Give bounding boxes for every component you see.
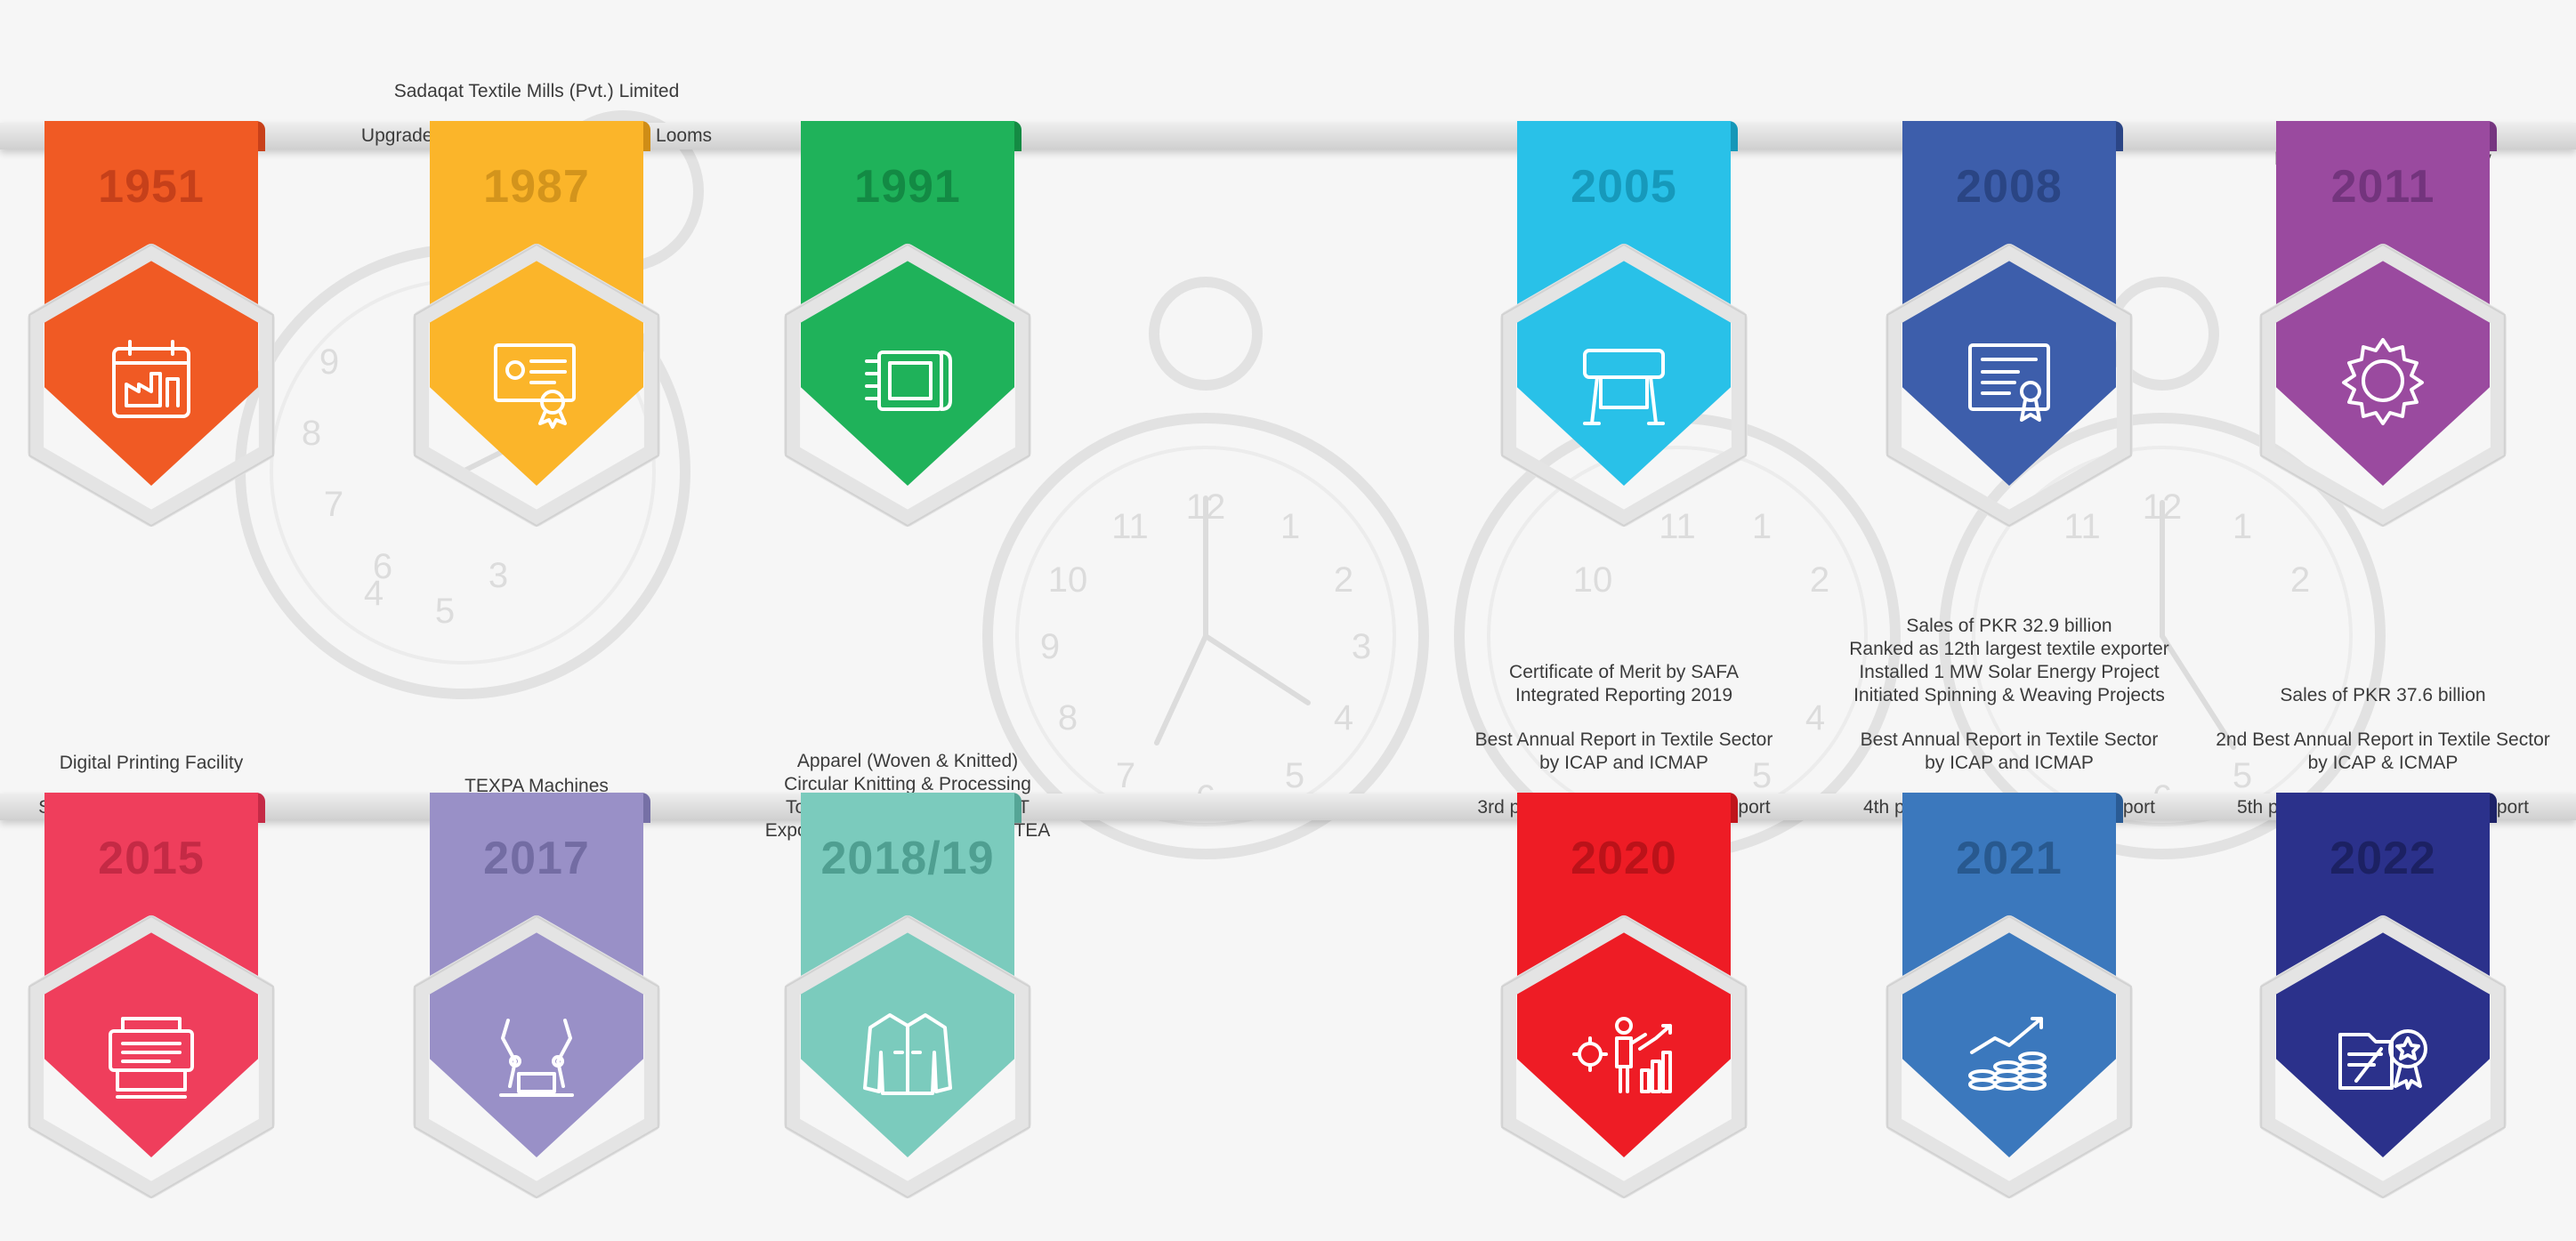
svg-text:12: 12 [1186, 488, 1226, 527]
robotic-arm-icon [499, 1019, 574, 1097]
svg-text:7: 7 [324, 485, 343, 524]
caption-line: by ICAP & ICMAP [2307, 753, 2459, 773]
caption-line: by ICAP and ICMAP [1539, 753, 1708, 773]
milestone-year: 2022 [2330, 833, 2436, 884]
milestone-2022: Sales of PKR 37.6 billion 2nd Best Annual… [2216, 672, 2550, 1241]
coins-growth-icon [1968, 1017, 2047, 1091]
printing-machine-icon [109, 1017, 194, 1099]
caption-line: Sales of PKR 32.9 billion [1906, 616, 2112, 636]
svg-text:3: 3 [1352, 627, 1371, 666]
milestone-year: 2005 [1571, 161, 1677, 213]
milestone-2005: Printing Unit2005 [1473, 0, 1775, 569]
certificate-document-icon [1968, 343, 2050, 422]
svg-text:2: 2 [1334, 560, 1353, 600]
caption-line: Best Annual Report in Textile Sector [1474, 729, 1773, 750]
svg-text:4: 4 [1334, 698, 1353, 737]
caption-line: Apparel (Woven & Knitted) [796, 751, 1019, 771]
milestone-year: 1987 [483, 161, 590, 213]
milestone-2021: Sales of PKR 32.9 billion Ranked as 12th … [1849, 616, 2169, 1241]
fabric-roll-icon [865, 351, 952, 411]
svg-text:8: 8 [302, 414, 321, 453]
svg-text:2: 2 [1810, 560, 1829, 600]
milestone-2017: TEXPA MachinesAutomated Color Kitchen201… [385, 672, 688, 1241]
milestone-2015: Digital Printing FacilitySupplier of The… [0, 672, 303, 1241]
svg-text:5: 5 [1285, 756, 1304, 795]
svg-text:1: 1 [1280, 507, 1300, 546]
jacket-icon [863, 1013, 952, 1095]
milestone-2020: Certificate of Merit by SAFA Integrated R… [1473, 662, 1775, 1241]
svg-text:8: 8 [1058, 698, 1078, 737]
milestone-2008: Sadaqat Limited(Public Unlisted Company)… [1858, 0, 2160, 569]
caption-line: Sales of PKR 37.6 billion [2280, 685, 2486, 705]
caption-line: by ICAP and ICMAP [1925, 753, 2094, 773]
svg-text:7: 7 [1116, 756, 1135, 795]
caption-line: Installed 1 MW Solar Energy Project [1859, 662, 2160, 682]
milestone-year: 2008 [1956, 161, 2063, 213]
svg-text:9: 9 [1040, 627, 1060, 666]
milestone-year: 2020 [1571, 833, 1677, 884]
virus-growth-chart-icon [1572, 1017, 1672, 1093]
milestone-year: 2015 [98, 833, 205, 884]
milestone-year: 2018/19 [820, 833, 995, 884]
svg-text:11: 11 [1111, 507, 1149, 546]
report-award-badge-icon [2338, 1029, 2427, 1090]
milestone-2011: Fabric Mercerizing Facility2011 [2232, 0, 2534, 569]
caption-line: Certificate of Merit by SAFA [1509, 662, 1739, 682]
milestone-year: 2017 [483, 833, 590, 884]
factory-calendar-icon [112, 340, 190, 418]
certificate-award-icon [494, 343, 576, 429]
milestone-1987: Sadaqat Textile Mills (Pvt.) Limited Upgr… [361, 0, 712, 569]
gear-icon [2342, 338, 2424, 425]
caption-line: Digital Printing Facility [59, 753, 244, 773]
milestone-year: 2021 [1956, 833, 2063, 884]
svg-text:5: 5 [435, 592, 455, 631]
milestone-1991: Home Textile(Processing, Cut, Stitch & P… [756, 0, 1059, 569]
milestone-year: 2011 [2330, 161, 2435, 213]
caption-line: Initiated Spinning & Weaving Projects [1853, 685, 2165, 705]
caption-line: Integrated Reporting 2019 [1514, 685, 1732, 705]
plotter-printer-icon [1583, 349, 1665, 425]
milestone-year: 1991 [854, 161, 961, 213]
svg-text:9: 9 [319, 342, 339, 382]
caption-line: Ranked as 12th largest textile exporter [1849, 639, 2169, 659]
caption-line: Sadaqat Textile Mills (Pvt.) Limited [393, 81, 680, 101]
caption-line: 2nd Best Annual Report in Textile Sector [2216, 729, 2550, 750]
milestone-year: 1951 [98, 161, 205, 213]
caption-line: Best Annual Report in Textile Sector [1860, 729, 2159, 750]
milestone-2018-19: Apparel (Woven & Knitted) Circular Knitti… [756, 672, 1059, 1241]
milestone-1951: Sadaqat Textile Mills(Weaving & Sizing U… [0, 0, 303, 569]
